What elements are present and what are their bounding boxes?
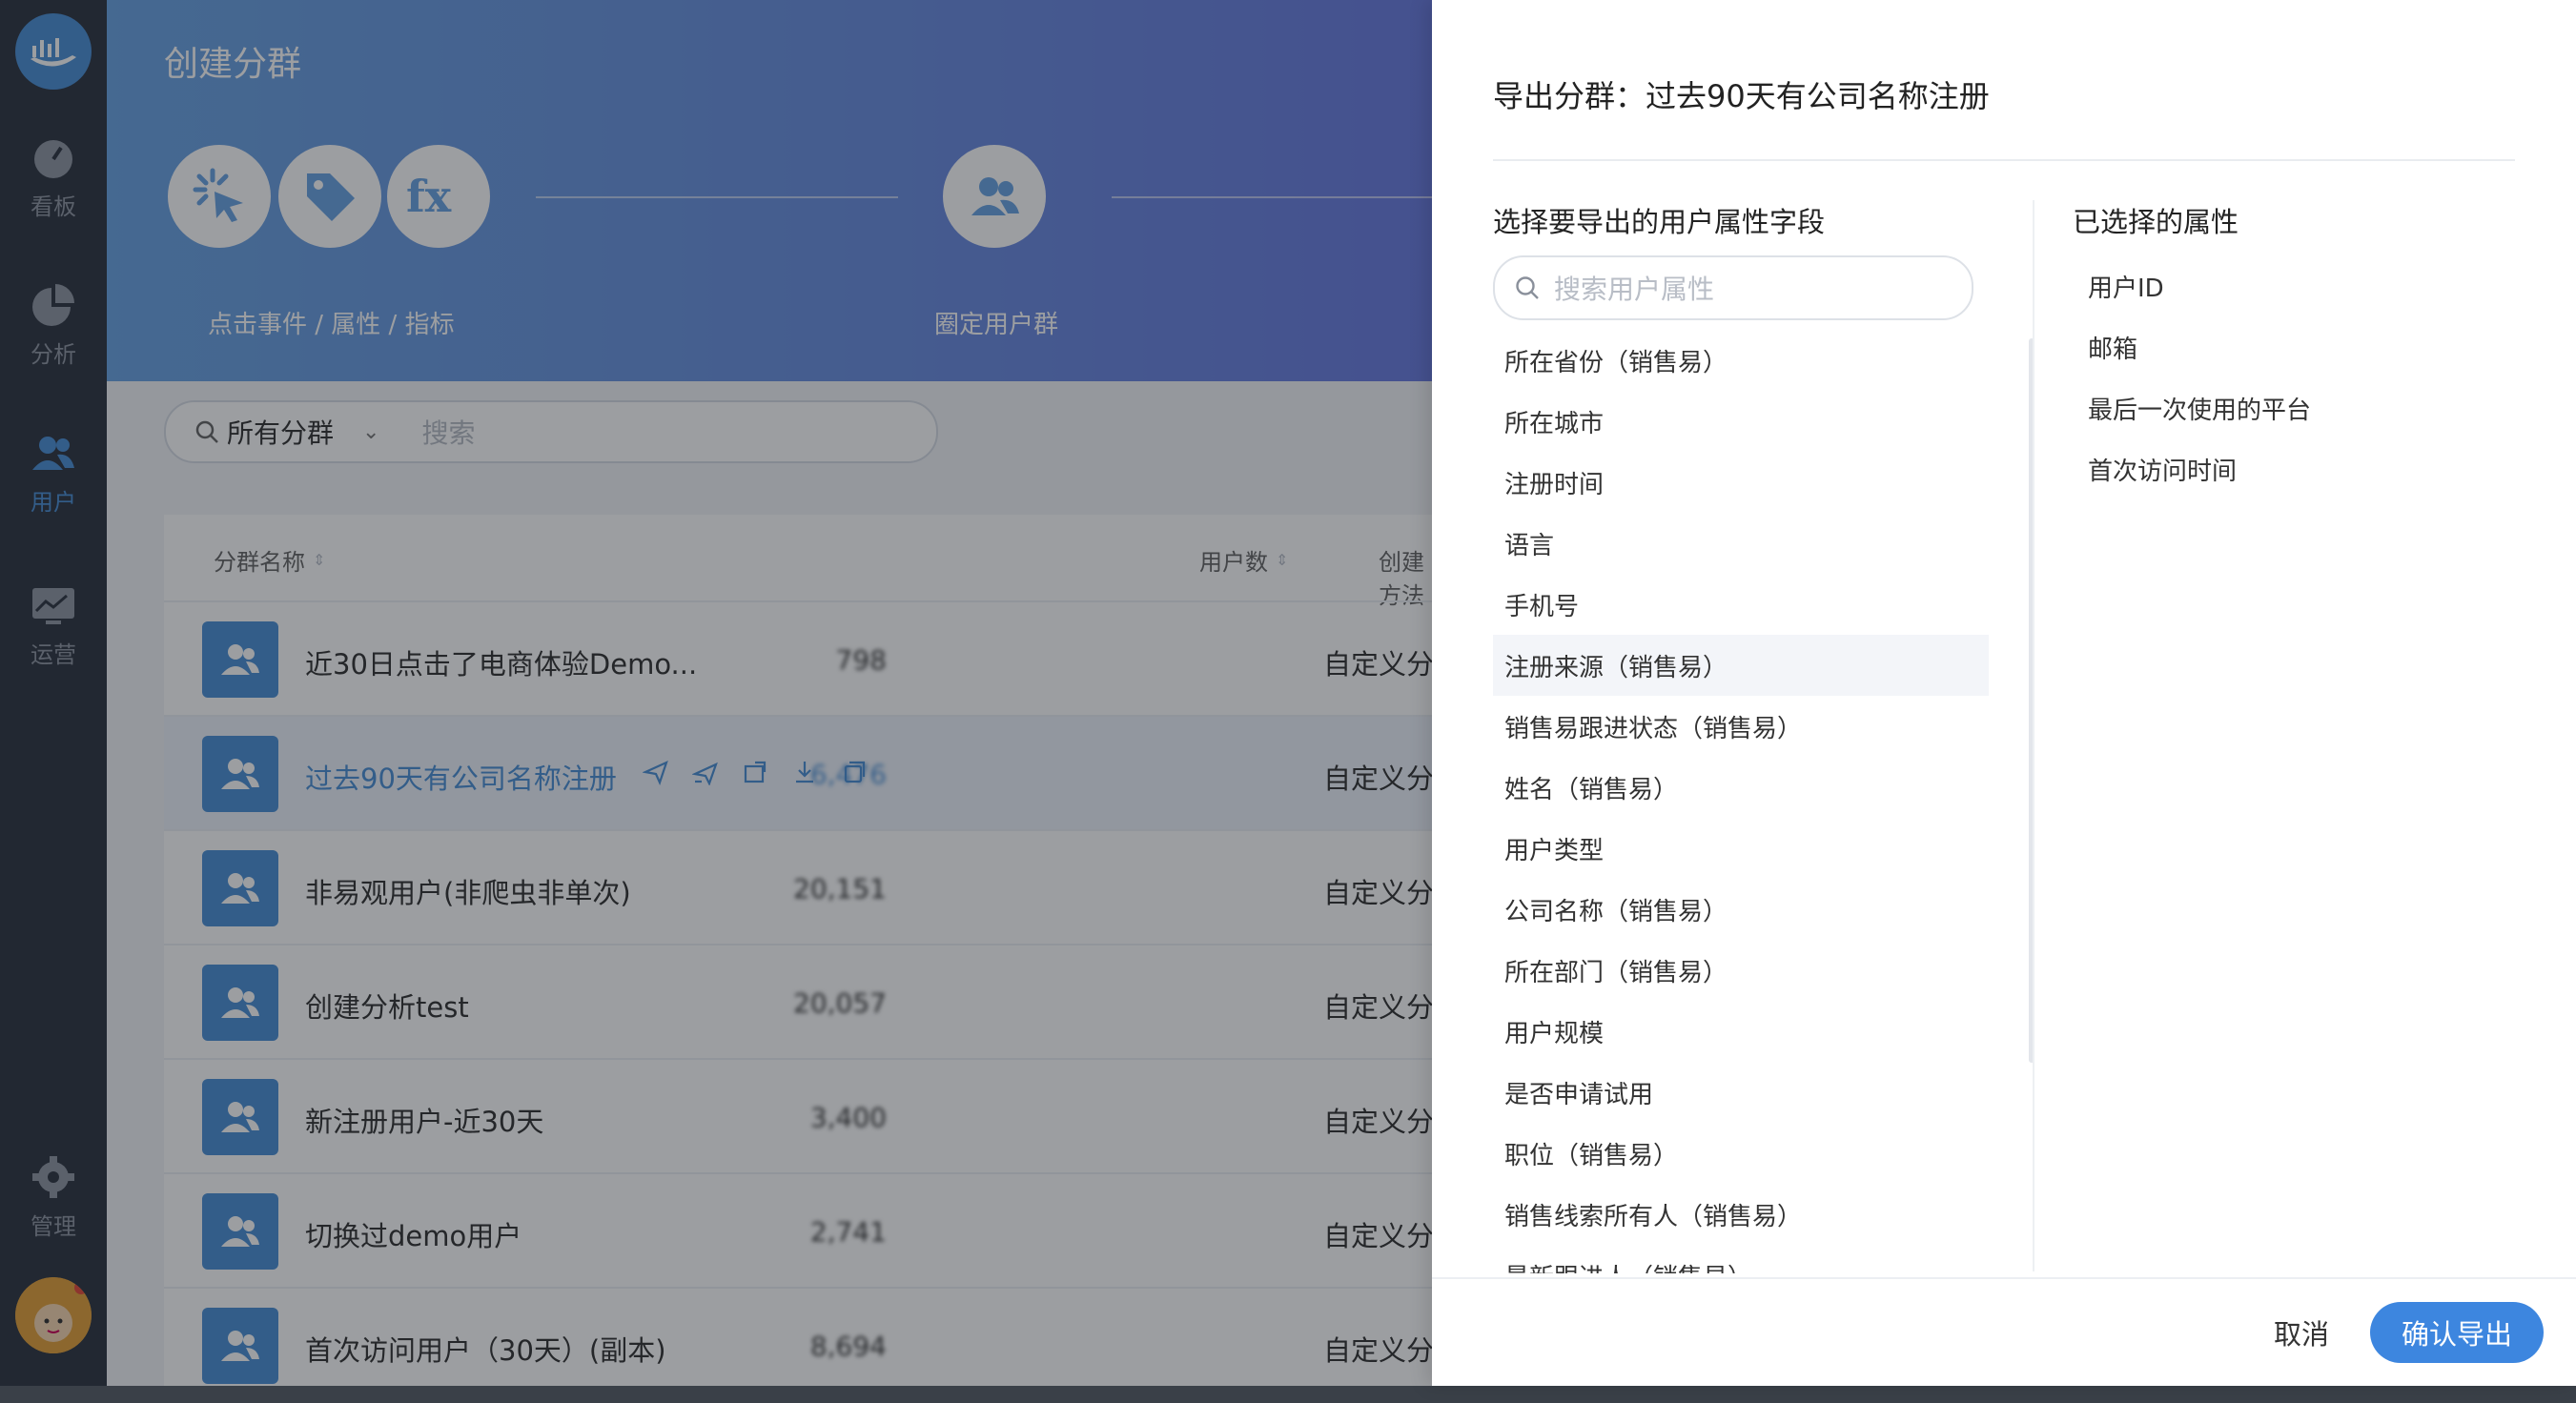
search-placeholder: 搜索用户属性 (1554, 274, 1715, 305)
attribute-option[interactable]: 是否申请试用 (1493, 1062, 1989, 1123)
attribute-option[interactable]: 所在省份（销售易） (1493, 330, 1989, 391)
selected-attribute[interactable]: 最后一次使用的平台 (2080, 377, 2311, 438)
attribute-option[interactable]: 语言 (1493, 513, 1989, 574)
selected-attribute[interactable]: 首次访问时间 (2080, 438, 2237, 499)
attribute-option[interactable]: 手机号 (1493, 574, 1989, 635)
attribute-option[interactable]: 职位（销售易） (1493, 1123, 1989, 1184)
confirm-export-button[interactable]: 确认导出 (2370, 1302, 2544, 1363)
attribute-option[interactable]: 所在城市 (1493, 391, 1989, 452)
footer-divider (1432, 1277, 2576, 1279)
search-icon (1516, 276, 1539, 299)
selected-attributes-heading: 已选择的属性 (2073, 206, 2239, 238)
attribute-option[interactable]: 注册来源（销售易） (1493, 635, 1989, 696)
attribute-search-input[interactable]: 搜索用户属性 (1493, 255, 1973, 320)
divider (1493, 159, 2515, 161)
modal-backdrop[interactable] (0, 0, 1432, 1386)
attribute-option[interactable]: 最新跟进人（销售易） (1493, 1245, 1989, 1274)
selected-attribute[interactable]: 用户ID (2080, 255, 2164, 316)
attribute-option[interactable]: 姓名（销售易） (1493, 757, 1989, 818)
selected-attribute[interactable]: 邮箱 (2080, 316, 2137, 377)
attribute-option[interactable]: 销售易跟进状态（销售易） (1493, 696, 1989, 757)
cancel-button[interactable]: 取消 (2254, 1304, 2349, 1361)
attribute-option[interactable]: 用户规模 (1493, 1001, 1989, 1062)
attribute-picker-heading: 选择要导出的用户属性字段 (1493, 206, 1826, 238)
attribute-option[interactable]: 所在部门（销售易） (1493, 940, 1989, 1001)
attribute-list: 所在省份（销售易） 所在城市 注册时间 语言 手机号 注册来源（销售易） 销售易… (1493, 330, 1989, 1273)
drawer-title: 导出分群：过去90天有公司名称注册 (1493, 78, 1990, 114)
attribute-option[interactable]: 公司名称（销售易） (1493, 879, 1989, 940)
attribute-option[interactable]: 销售线索所有人（销售易） (1493, 1184, 1989, 1245)
attribute-option[interactable]: 注册时间 (1493, 452, 1989, 513)
column-divider (2033, 200, 2034, 1271)
export-segment-drawer: 导出分群：过去90天有公司名称注册 选择要导出的用户属性字段 已选择的属性 搜索… (1432, 0, 2576, 1386)
attribute-option[interactable]: 用户类型 (1493, 818, 1989, 879)
